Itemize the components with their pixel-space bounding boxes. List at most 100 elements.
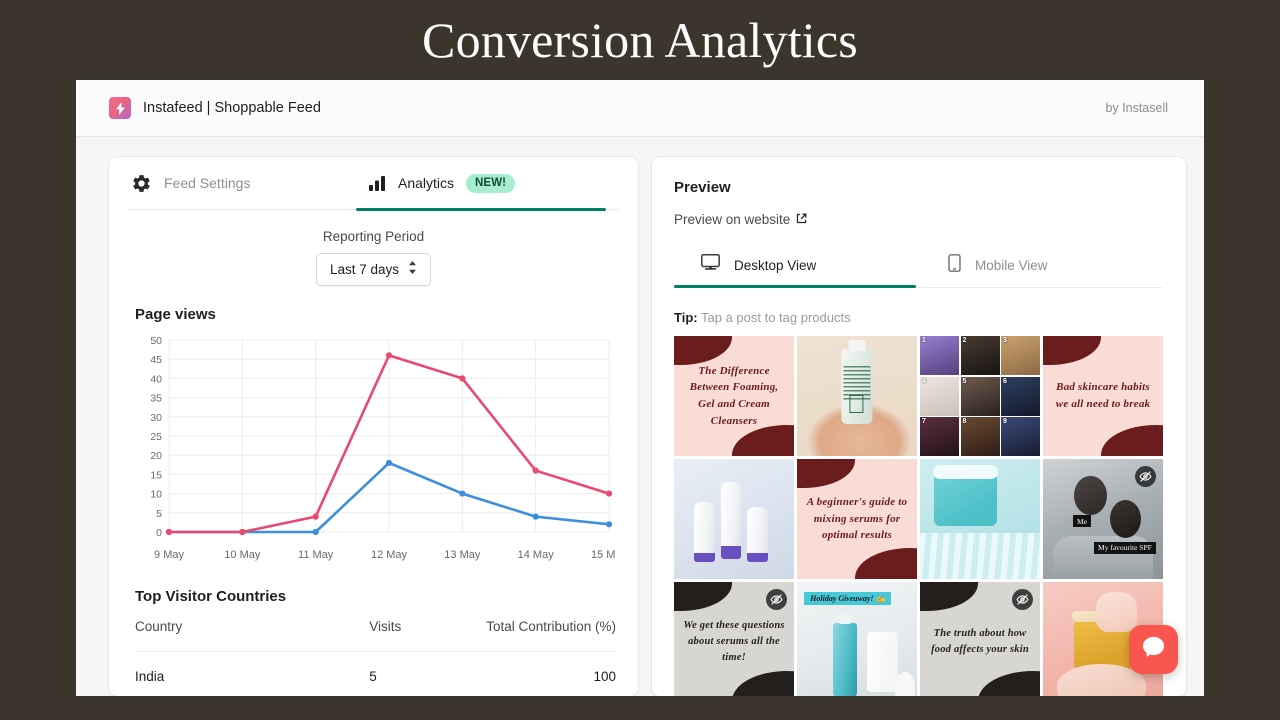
preview-post-grid: The Difference Between Foaming, Gel and … — [674, 336, 1163, 696]
page-title: Conversion Analytics — [422, 12, 858, 68]
collage-cell-number: 3 — [1003, 337, 1007, 344]
post-tile[interactable]: Bad skincare habits we all need to break — [1043, 336, 1163, 456]
collage-cell-number: 1 — [922, 337, 926, 344]
post-tile[interactable] — [674, 459, 794, 579]
svg-text:14 May: 14 May — [518, 549, 555, 561]
chat-bubble-icon — [1141, 635, 1166, 664]
post-tile[interactable] — [797, 336, 917, 456]
collage-cell-number: 5 — [962, 377, 967, 385]
decor-blob — [731, 670, 794, 696]
svg-text:20: 20 — [150, 450, 162, 462]
decor-blob — [797, 459, 855, 488]
post-caption-text: The Difference Between Foaming, Gel and … — [689, 364, 779, 427]
desktop-icon — [701, 254, 720, 276]
post-caption-text: The truth about how food affects your sk… — [931, 628, 1029, 655]
post-tile[interactable]: The truth about how food affects your sk… — [920, 582, 1040, 696]
analytics-card: Feed Settings Analytics NEW! Reporting P… — [109, 157, 638, 696]
post-photo — [797, 336, 917, 456]
tab-mobile-view[interactable]: Mobile View — [916, 243, 1158, 287]
table-header-row: Country Visits Total Contribution (%) — [135, 619, 616, 652]
app-identity: Instafeed | Shoppable Feed — [109, 97, 321, 119]
svg-text:30: 30 — [150, 412, 162, 424]
preview-tip-text: Tap a post to tag products — [700, 310, 851, 325]
preview-tip: Tip: Tap a post to tag products — [674, 310, 1162, 325]
collage-cell: 8 — [960, 417, 1000, 456]
post-caption-text: A beginner's guide to mixing serums for … — [806, 495, 908, 542]
reporting-period-block: Reporting Period Last 7 days — [109, 210, 638, 286]
mobile-icon — [948, 253, 961, 277]
post-tile[interactable]: The Difference Between Foaming, Gel and … — [674, 336, 794, 456]
app-byline: by Instasell — [1105, 101, 1168, 115]
decor-blob — [1043, 336, 1101, 365]
decor-blob — [1100, 424, 1163, 456]
tab-analytics-label: Analytics — [398, 175, 455, 191]
reporting-period-label: Reporting Period — [322, 229, 425, 244]
post-overlay-caption: Me — [1073, 515, 1091, 528]
cell-country: India — [135, 669, 165, 684]
tab-analytics[interactable]: Analytics NEW! — [356, 157, 606, 211]
post-tile[interactable] — [920, 459, 1040, 579]
tab-feed-settings[interactable]: Feed Settings — [127, 157, 365, 209]
reporting-period-value: Last 7 days — [329, 261, 400, 277]
post-caption-text: Bad skincare habits we all need to break — [1055, 381, 1151, 410]
preview-on-website-label: Preview on website — [674, 212, 791, 227]
svg-text:15 May: 15 May — [591, 549, 615, 561]
post-tile[interactable]: 1 2 3 4 5 6 7 8 9 — [920, 336, 1040, 456]
svg-text:13 May: 13 May — [444, 549, 481, 561]
svg-text:12 May: 12 May — [371, 549, 408, 561]
tab-feed-settings-label: Feed Settings — [164, 175, 251, 191]
lightning-bolt-icon — [109, 97, 131, 119]
table-row: India 5 100 — [135, 652, 616, 684]
collage-cell: 4 — [920, 376, 959, 416]
hide-post-icon[interactable] — [1135, 466, 1156, 487]
svg-text:9 May: 9 May — [154, 549, 184, 561]
collage-cell: 7 — [920, 417, 959, 456]
svg-text:45: 45 — [150, 354, 162, 366]
preview-view-tabs: Desktop View Mobile View — [674, 243, 1162, 288]
preview-title: Preview — [674, 179, 731, 196]
decor-blob — [854, 547, 917, 579]
collage-cell: 3 — [1001, 336, 1040, 375]
post-tile[interactable]: Me My favourite SPF — [1043, 459, 1163, 579]
top-countries-section: Top Visitor Countries Country Visits Tot… — [109, 576, 638, 684]
decor-blob — [731, 424, 794, 456]
svg-text:10: 10 — [150, 489, 162, 501]
page-views-section: Page views 0 5 10 15 20 25 30 35 40 45 50 9 May 10 M… — [109, 286, 638, 576]
chat-widget-button[interactable] — [1129, 625, 1178, 674]
decor-blob — [674, 582, 732, 611]
preview-on-website-link[interactable]: Preview on website — [674, 212, 807, 227]
post-tile[interactable]: We get these questions about serums all … — [674, 582, 794, 696]
svg-text:10 May: 10 May — [224, 549, 261, 561]
reporting-period-select[interactable]: Last 7 days — [315, 253, 432, 286]
column-header-contribution: Total Contribution (%) — [453, 619, 616, 652]
post-tile[interactable]: A beginner's guide to mixing serums for … — [797, 459, 917, 579]
bar-chart-icon — [369, 175, 386, 191]
cell-visits: 5 — [369, 669, 377, 684]
app-name: Instafeed | Shoppable Feed — [143, 100, 321, 116]
collage-cell: 1 — [920, 336, 959, 375]
collage-cell-number: 4 — [922, 377, 926, 385]
preview-section: Preview Preview on website Desktop View … — [652, 157, 1186, 696]
hide-post-icon[interactable] — [1012, 589, 1033, 610]
column-header-country: Country — [135, 619, 195, 652]
svg-text:11 May: 11 May — [298, 549, 334, 561]
tab-desktop-view[interactable]: Desktop View — [674, 243, 916, 288]
post-photo: Holiday Giveaway! ✍ — [797, 582, 917, 696]
decor-blob — [977, 670, 1040, 696]
collage-cell: 2 — [960, 336, 1000, 375]
svg-text:15: 15 — [150, 469, 162, 481]
top-countries-title: Top Visitor Countries — [135, 588, 287, 605]
external-link-icon — [796, 212, 807, 227]
post-tile[interactable]: Holiday Giveaway! ✍ — [797, 582, 917, 696]
collage-cell: 6 — [1001, 376, 1040, 416]
collage-cell: 9 — [1001, 417, 1040, 456]
svg-text:40: 40 — [150, 373, 162, 385]
preview-card: Preview Preview on website Desktop View … — [652, 157, 1186, 696]
cell-contribution: 100 — [593, 669, 616, 684]
post-photo — [674, 459, 794, 579]
gear-icon — [131, 173, 152, 194]
hide-post-icon[interactable] — [766, 589, 787, 610]
top-countries-table: Country Visits Total Contribution (%) In… — [135, 619, 616, 684]
collage-cell-number: 2 — [962, 337, 967, 344]
page-views-chart: 0 5 10 15 20 25 30 35 40 45 50 9 May 10 May 11 May 12 … — [135, 334, 616, 576]
